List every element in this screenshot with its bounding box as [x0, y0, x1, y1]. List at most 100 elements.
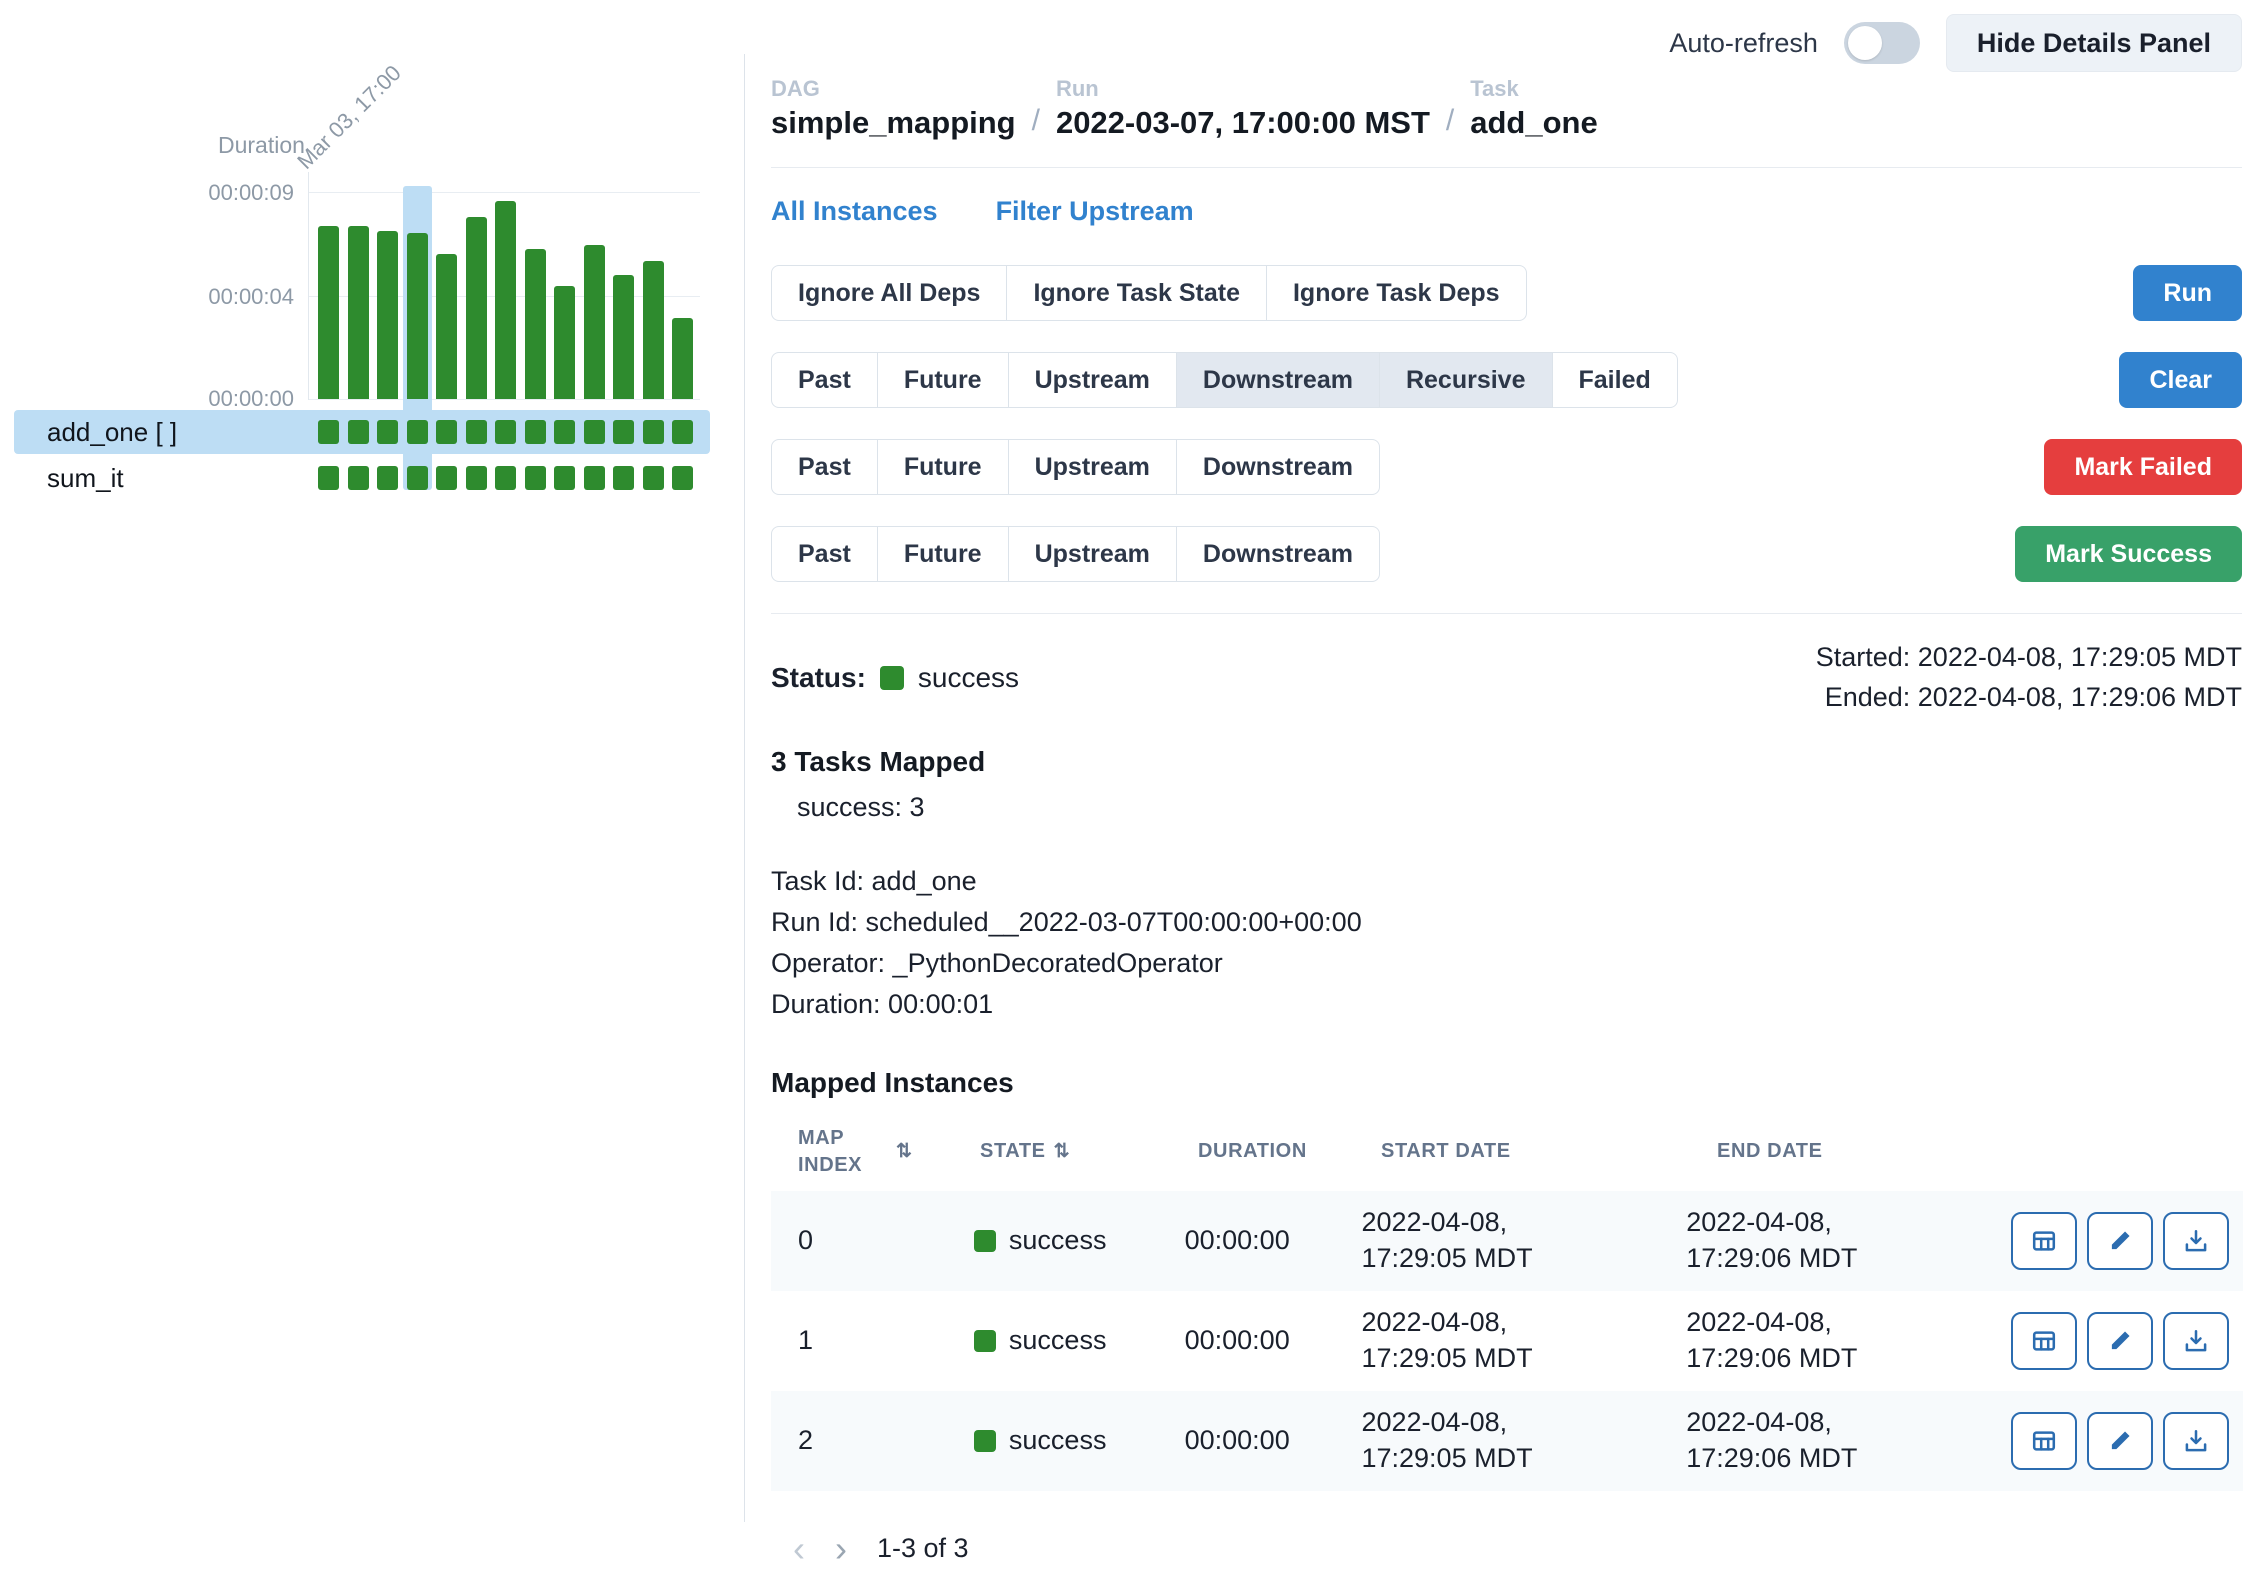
task-instance-square[interactable] — [348, 420, 369, 444]
mark-failed-button[interactable]: Mark Failed — [2044, 439, 2242, 495]
task-instance-square[interactable] — [613, 420, 634, 444]
sort-icon[interactable]: ⇅ — [896, 1140, 913, 1163]
duration-bar[interactable] — [436, 254, 457, 399]
duration-bar[interactable] — [643, 261, 664, 399]
task-instance-square[interactable] — [672, 466, 693, 490]
task-label[interactable]: add_one [ ] — [47, 417, 177, 448]
option-past-button[interactable]: Past — [771, 439, 878, 495]
task-instance-square[interactable] — [554, 420, 575, 444]
task-instance-square[interactable] — [584, 466, 605, 490]
task-name[interactable]: add_one — [1470, 105, 1597, 141]
option-past-button[interactable]: Past — [771, 352, 878, 408]
option-downstream-button[interactable]: Downstream — [1176, 439, 1380, 495]
task-instance-square[interactable] — [672, 420, 693, 444]
task-row[interactable]: sum_it — [14, 456, 710, 500]
task-label[interactable]: sum_it — [47, 463, 124, 494]
prev-page-icon[interactable]: ‹ — [793, 1531, 805, 1567]
option-ignore-task-state-button[interactable]: Ignore Task State — [1006, 265, 1267, 321]
duration-bar[interactable] — [466, 217, 487, 399]
header-state[interactable]: STATE ⇅ — [980, 1140, 1198, 1163]
breadcrumb-run: Run 2022-03-07, 17:00:00 MST — [1056, 76, 1430, 141]
duration-bar[interactable] — [584, 245, 605, 399]
task-instance-square[interactable] — [613, 466, 634, 490]
pencil-button[interactable] — [2087, 1412, 2153, 1470]
table-icon — [2030, 1327, 2058, 1355]
duration-bar[interactable] — [407, 233, 428, 399]
option-ignore-all-deps-button[interactable]: Ignore All Deps — [771, 265, 1007, 321]
duration-bar[interactable] — [495, 201, 516, 399]
hide-details-panel-button[interactable]: Hide Details Panel — [1946, 14, 2242, 72]
task-instance-square[interactable] — [525, 420, 546, 444]
log-icon — [2182, 1327, 2210, 1355]
table-button[interactable] — [2011, 1412, 2077, 1470]
option-future-button[interactable]: Future — [877, 352, 1009, 408]
task-instance-square[interactable] — [436, 420, 457, 444]
option-upstream-button[interactable]: Upstream — [1008, 352, 1177, 408]
task-instance-square[interactable] — [436, 466, 457, 490]
clear-button[interactable]: Clear — [2119, 352, 2242, 408]
task-instance-square[interactable] — [495, 466, 516, 490]
duration-bar[interactable] — [525, 249, 546, 399]
task-row[interactable]: add_one [ ] — [14, 410, 710, 454]
task-instance-square[interactable] — [525, 466, 546, 490]
task-instance-square[interactable] — [554, 466, 575, 490]
task-instance-square[interactable] — [377, 466, 398, 490]
success-status-square-icon — [974, 1330, 996, 1352]
breadcrumb: DAG simple_mapping / Run 2022-03-07, 17:… — [771, 76, 2242, 141]
option-past-button[interactable]: Past — [771, 526, 878, 582]
option-future-button[interactable]: Future — [877, 439, 1009, 495]
all-instances-link[interactable]: All Instances — [771, 196, 938, 227]
run-id-line: Run Id: scheduled__2022-03-07T00:00:00+0… — [771, 902, 2242, 943]
auto-refresh-toggle[interactable] — [1844, 22, 1920, 64]
option-recursive-button[interactable]: Recursive — [1379, 352, 1553, 408]
cell-state: success — [974, 1425, 1185, 1456]
status-row: Status: success Started: 2022-04-08, 17:… — [771, 638, 2242, 718]
run-name[interactable]: 2022-03-07, 17:00:00 MST — [1056, 105, 1430, 141]
log-button[interactable] — [2163, 1312, 2229, 1370]
dag-name[interactable]: simple_mapping — [771, 105, 1016, 141]
pencil-button[interactable] — [2087, 1312, 2153, 1370]
duration-bar[interactable] — [348, 226, 369, 399]
duration-bar[interactable] — [613, 275, 634, 399]
started-timestamp: Started: 2022-04-08, 17:29:05 MDT — [1816, 638, 2242, 678]
header-map-index[interactable]: MAP INDEX ⇅ — [798, 1125, 980, 1179]
option-downstream-button[interactable]: Downstream — [1176, 352, 1380, 408]
option-upstream-button[interactable]: Upstream — [1008, 439, 1177, 495]
duration-bar[interactable] — [554, 286, 575, 399]
option-upstream-button[interactable]: Upstream — [1008, 526, 1177, 582]
next-page-icon[interactable]: › — [835, 1531, 847, 1567]
status-times: Started: 2022-04-08, 17:29:05 MDT Ended:… — [1816, 638, 2242, 718]
option-downstream-button[interactable]: Downstream — [1176, 526, 1380, 582]
duration-bar[interactable] — [318, 226, 339, 399]
log-button[interactable] — [2163, 1212, 2229, 1270]
task-instance-square[interactable] — [407, 466, 428, 490]
details-panel: DAG simple_mapping / Run 2022-03-07, 17:… — [744, 54, 2268, 1522]
task-instance-square[interactable] — [643, 466, 664, 490]
task-instance-square[interactable] — [377, 420, 398, 444]
task-instance-square[interactable] — [318, 420, 339, 444]
pencil-button[interactable] — [2087, 1212, 2153, 1270]
log-button[interactable] — [2163, 1412, 2229, 1470]
duration-bar[interactable] — [672, 318, 693, 399]
option-future-button[interactable]: Future — [877, 526, 1009, 582]
duration-bar[interactable] — [377, 231, 398, 399]
table-button[interactable] — [2011, 1312, 2077, 1370]
header-start-date: START DATE — [1381, 1140, 1717, 1163]
filter-upstream-link[interactable]: Filter Upstream — [996, 196, 1194, 227]
task-instance-square[interactable] — [407, 420, 428, 444]
cell-state: success — [974, 1325, 1185, 1356]
task-instance-square[interactable] — [495, 420, 516, 444]
task-instance-square[interactable] — [643, 420, 664, 444]
task-instance-square[interactable] — [318, 466, 339, 490]
task-instance-square[interactable] — [348, 466, 369, 490]
task-instance-square[interactable] — [584, 420, 605, 444]
tasks-mapped-heading: 3 Tasks Mapped — [771, 746, 2242, 778]
sort-icon[interactable]: ⇅ — [1054, 1140, 1071, 1163]
task-instance-square[interactable] — [466, 466, 487, 490]
run-button[interactable]: Run — [2133, 265, 2242, 321]
table-button[interactable] — [2011, 1212, 2077, 1270]
option-failed-button[interactable]: Failed — [1552, 352, 1678, 408]
task-instance-square[interactable] — [466, 420, 487, 444]
mark-success-button[interactable]: Mark Success — [2015, 526, 2242, 582]
option-ignore-task-deps-button[interactable]: Ignore Task Deps — [1266, 265, 1527, 321]
